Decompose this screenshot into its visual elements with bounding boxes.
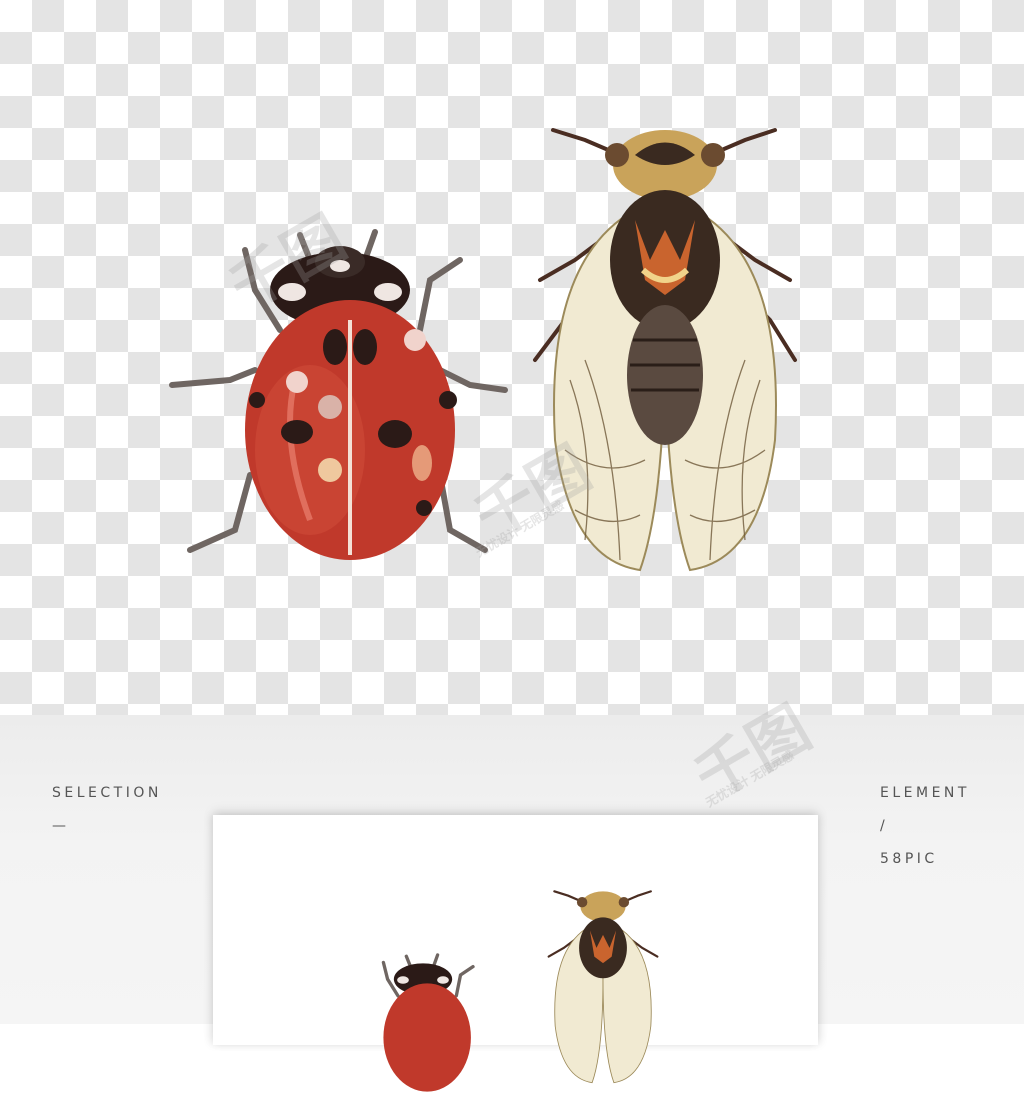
element-slash: / [880,818,889,834]
ladybug-thumbnail [381,953,475,1092]
element-label: ELEMENT [880,785,970,801]
ladybug-illustration [169,229,508,560]
brand-label: 58PIC [880,851,938,867]
preview-card [213,815,818,1092]
selection-dash: — [52,818,70,834]
transparent-checkerboard-panel: 千图 千图 无忧设计 无限灵感 [0,0,1024,715]
watermark-tagline: 无忧设计 无限灵感 [703,748,797,810]
cicada-thumbnail [547,890,659,1084]
cicada-illustration [533,128,797,572]
selection-label: SELECTION [52,785,162,801]
